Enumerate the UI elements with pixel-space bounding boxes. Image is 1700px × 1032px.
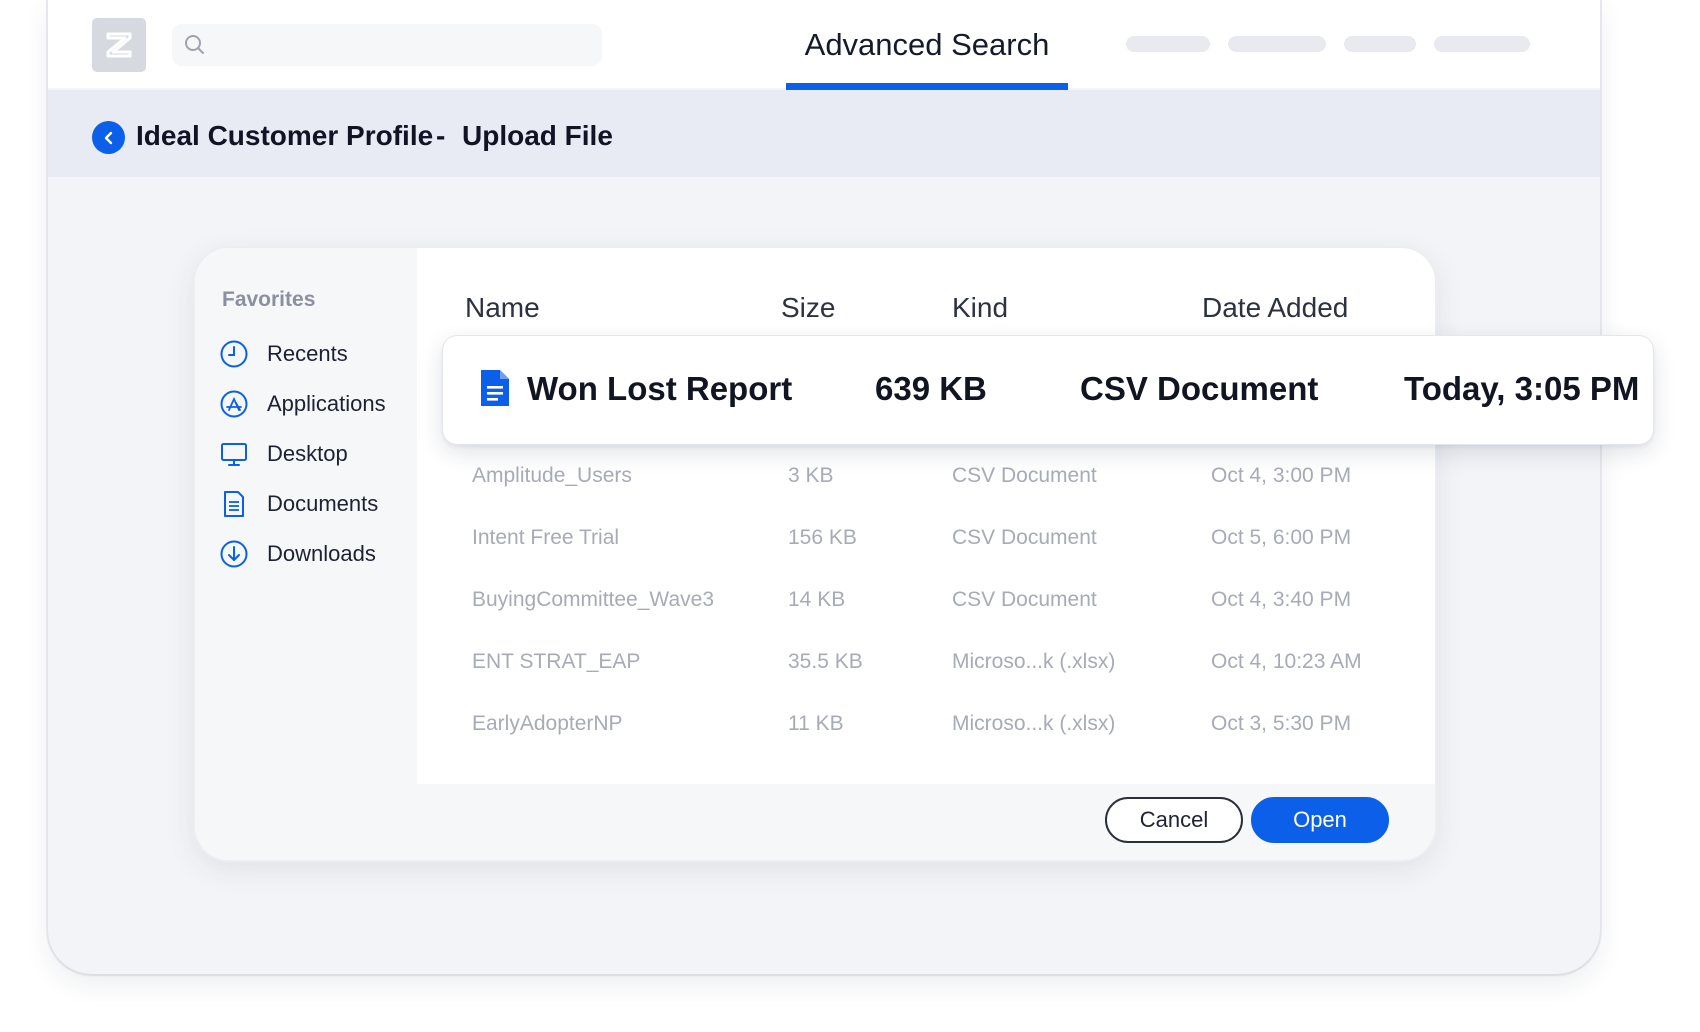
- file-kind: CSV Document: [952, 526, 1097, 549]
- tab-placeholder[interactable]: [1434, 36, 1530, 52]
- sidebar-item-applications[interactable]: Applications: [219, 388, 386, 420]
- tab-placeholder[interactable]: [1344, 36, 1416, 52]
- column-header-name[interactable]: Name: [465, 292, 540, 324]
- file-size: 11 KB: [788, 712, 844, 735]
- file-kind: CSV Document: [952, 464, 1097, 487]
- column-header-size[interactable]: Size: [781, 292, 835, 324]
- tab-placeholder[interactable]: [1126, 36, 1210, 52]
- file-name: ENT STRAT_EAP: [472, 650, 641, 673]
- table-row[interactable]: ENT STRAT_EAP 35.5 KB Microso...k (.xlsx…: [195, 650, 1435, 680]
- tab-advanced-search[interactable]: Advanced Search: [786, 0, 1068, 90]
- sidebar-item-label: Documents: [267, 491, 379, 516]
- selected-file-row[interactable]: Won Lost Report 639 KB CSV Document Toda…: [443, 336, 1653, 444]
- search-box[interactable]: [172, 24, 602, 66]
- selected-file-date: Today, 3:05 PM: [1404, 370, 1640, 407]
- file-date: Oct 4, 3:40 PM: [1211, 588, 1352, 611]
- table-row[interactable]: EarlyAdopterNP 11 KB Microso...k (.xlsx)…: [195, 712, 1435, 742]
- breadcrumb: Ideal Customer Profile - Upload File: [48, 90, 1600, 177]
- file-date: Oct 3, 5:30 PM: [1211, 712, 1352, 735]
- column-header-date-added[interactable]: Date Added: [1202, 292, 1348, 324]
- breadcrumb-parent[interactable]: Ideal Customer Profile: [136, 120, 433, 152]
- tab-placeholder[interactable]: [1228, 36, 1326, 52]
- favorites-title: Favorites: [222, 288, 316, 311]
- file-size: 14 KB: [788, 588, 846, 611]
- doc-file-icon: [481, 370, 509, 406]
- cancel-button[interactable]: Cancel: [1105, 797, 1243, 843]
- file-size: 3 KB: [788, 464, 834, 487]
- clock-icon: [220, 340, 248, 368]
- table-row[interactable]: Intent Free Trial 156 KB CSV Document Oc…: [195, 526, 1435, 556]
- file-name: Amplitude_Users: [472, 464, 632, 487]
- app-store-icon: [220, 390, 248, 418]
- table-row[interactable]: BuyingCommittee_Wave3 14 KB CSV Document…: [195, 588, 1435, 618]
- logo-icon[interactable]: [92, 18, 146, 72]
- file-name: EarlyAdopterNP: [472, 712, 623, 735]
- sidebar-item-recents[interactable]: Recents: [219, 338, 348, 370]
- selected-file-size: 639 KB: [875, 370, 987, 407]
- top-bar: Advanced Search: [48, 0, 1600, 90]
- file-kind: Microso...k (.xlsx): [952, 650, 1116, 673]
- search-icon: [185, 35, 204, 54]
- page-title: Upload File: [462, 120, 613, 151]
- back-button[interactable]: [92, 121, 125, 154]
- selected-file-kind: CSV Document: [1080, 370, 1319, 407]
- file-kind: CSV Document: [952, 588, 1097, 611]
- file-date: Oct 4, 10:23 AM: [1211, 650, 1362, 673]
- file-size: 156 KB: [788, 526, 857, 549]
- file-date: Oct 5, 6:00 PM: [1211, 526, 1352, 549]
- table-row[interactable]: Amplitude_Users 3 KB CSV Document Oct 4,…: [195, 464, 1435, 494]
- file-kind: Microso...k (.xlsx): [952, 712, 1116, 735]
- file-name: BuyingCommittee_Wave3: [472, 588, 714, 611]
- open-button[interactable]: Open: [1251, 797, 1389, 843]
- column-header-kind[interactable]: Kind: [952, 292, 1008, 324]
- breadcrumb-separator: -: [436, 120, 446, 151]
- file-name: Intent Free Trial: [472, 526, 620, 549]
- selected-file-name: Won Lost Report: [527, 370, 793, 407]
- search-input[interactable]: [216, 32, 586, 58]
- sidebar-item-label: Recents: [267, 341, 348, 366]
- sidebar-item-label: Applications: [267, 391, 386, 416]
- chevron-left-icon: [104, 131, 112, 144]
- file-date: Oct 4, 3:00 PM: [1211, 464, 1352, 487]
- file-size: 35.5 KB: [788, 650, 863, 673]
